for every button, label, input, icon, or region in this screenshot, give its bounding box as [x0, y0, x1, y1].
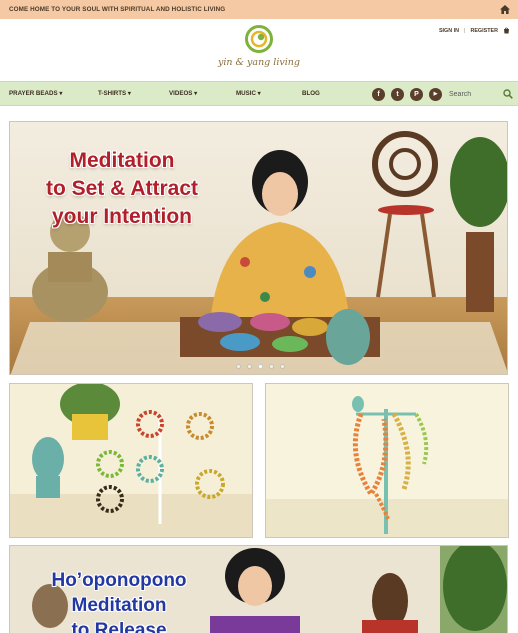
nav-t-shirts[interactable]: T-SHIRTS ▾ [98, 82, 131, 107]
slider-dot[interactable] [247, 364, 252, 369]
nav-videos[interactable]: VIDEOS ▾ [169, 82, 197, 107]
announcement-text: COME HOME TO YOUR SOUL WITH SPIRITUAL AN… [9, 6, 226, 13]
product-tile-malas[interactable] [265, 383, 509, 538]
youtube-icon[interactable]: ▶ [429, 88, 442, 101]
hero-title-line-1: Meditation [69, 149, 175, 172]
slider-dot[interactable] [236, 364, 241, 369]
twitter-icon[interactable]: t [391, 88, 404, 101]
nav-blog[interactable]: BLOG [302, 82, 320, 107]
hooponopono-banner[interactable]: Ho’oponopono Meditation to Release [9, 545, 508, 633]
hero-slider[interactable]: Meditation to Set & Attract your Intenti… [9, 121, 508, 375]
hooponopono-title-line-3: to Release [71, 620, 167, 633]
logo-text: yin & yang living [218, 57, 300, 68]
hero-title-line-2: to Set & Attract [45, 177, 199, 200]
hero-title: Meditation to Set & Attract your Intenti… [22, 147, 222, 231]
facebook-icon[interactable]: f [372, 88, 385, 101]
page: COME HOME TO YOUR SOUL WITH SPIRITUAL AN… [0, 0, 518, 633]
nav-music[interactable]: MUSIC ▾ [236, 82, 261, 107]
nav-prayer-beads[interactable]: PRAYER BEADS ▾ [9, 82, 62, 107]
pinterest-icon[interactable]: P [410, 88, 423, 101]
auth-separator: | [464, 27, 466, 34]
search-icon[interactable] [503, 89, 513, 99]
product-tile-bracelets[interactable] [9, 383, 253, 538]
site-header: yin & yang living SIGN IN | REGISTER [0, 19, 518, 81]
home-icon[interactable] [500, 5, 510, 14]
slider-dot[interactable] [269, 364, 274, 369]
slider-dots [236, 364, 285, 369]
sign-in-link[interactable]: SIGN IN [439, 28, 459, 34]
slider-dot[interactable] [280, 364, 285, 369]
site-logo[interactable]: yin & yang living [218, 25, 300, 77]
hooponopono-title: Ho’oponopono Meditation to Release [24, 568, 214, 633]
register-link[interactable]: REGISTER [470, 28, 498, 34]
yin-yang-logo-icon [245, 25, 273, 53]
bracelets-image [10, 384, 252, 537]
search-input[interactable] [449, 87, 501, 102]
slider-dot-active[interactable] [258, 364, 263, 369]
hooponopono-title-line-2: Meditation [71, 595, 167, 616]
account-links: SIGN IN | REGISTER [439, 27, 510, 34]
cart-icon[interactable] [503, 27, 510, 34]
hooponopono-title-line-1: Ho’oponopono [51, 570, 187, 591]
announcement-bar: COME HOME TO YOUR SOUL WITH SPIRITUAL AN… [0, 0, 518, 19]
main-nav: PRAYER BEADS ▾ T-SHIRTS ▾ VIDEOS ▾ MUSIC… [0, 81, 518, 106]
hero-title-line-3: your Intention [52, 205, 192, 228]
malas-image [266, 384, 508, 537]
